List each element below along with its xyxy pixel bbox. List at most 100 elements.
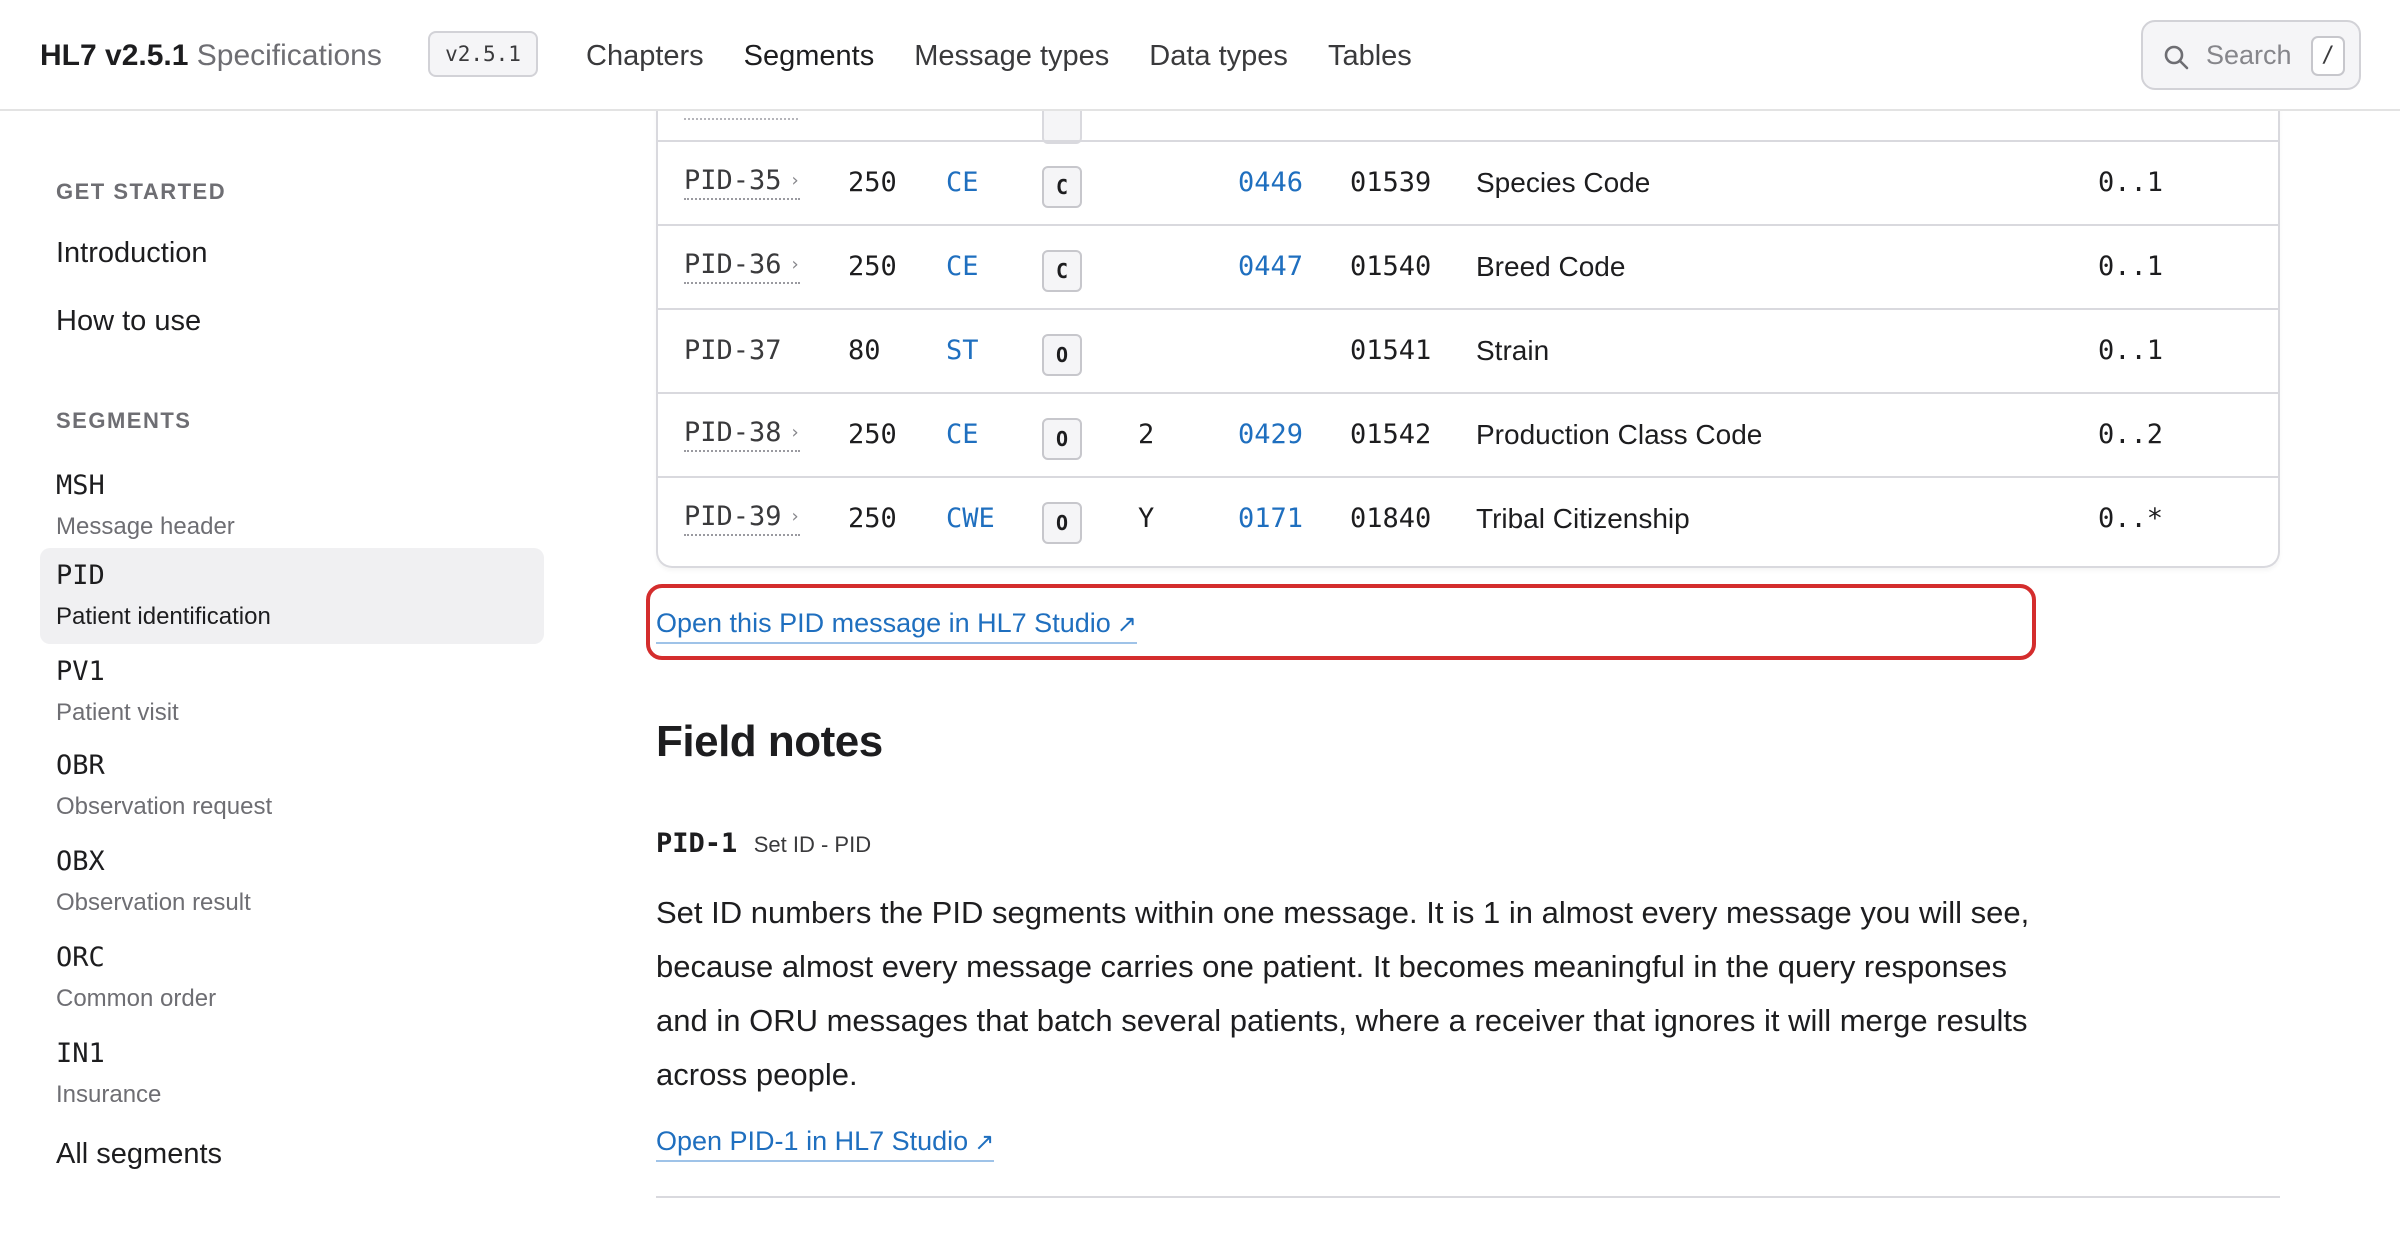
- field-id-link[interactable]: PID-35 ›: [684, 164, 801, 200]
- field-id-link[interactable]: PID-39 ›: [684, 500, 801, 536]
- search-icon: [2164, 45, 2189, 70]
- optionality-badge: C: [1042, 250, 1082, 292]
- nav-data-types[interactable]: Data types: [1149, 36, 1288, 76]
- table-row: PID-38 › 250 CE O 2 0429 01542 Production Class …: [658, 392, 2278, 476]
- item-number: 01541: [1350, 335, 1432, 366]
- field-length: 80: [848, 335, 881, 366]
- optionality-badge: C: [1042, 166, 1082, 208]
- data-type-link[interactable]: CE: [946, 248, 979, 286]
- field-id-link[interactable]: PID-36 ›: [684, 248, 801, 284]
- field-length: 250: [848, 167, 897, 198]
- cardinality: 0..1: [2098, 167, 2164, 198]
- optionality-badge: O: [1042, 334, 1082, 376]
- sidebar-heading-segments: SEGMENTS: [56, 408, 192, 433]
- item-number: 01840: [1350, 503, 1432, 534]
- site-brand[interactable]: HL7 v2.5.1 Specifications: [40, 36, 382, 76]
- data-type-link[interactable]: CE: [946, 416, 979, 454]
- sidebar-item-how-to-use[interactable]: How to use: [56, 305, 201, 338]
- section-divider: [656, 1196, 2280, 1198]
- field-id: PID-38: [684, 417, 782, 448]
- nav-segments[interactable]: Segments: [744, 36, 875, 76]
- data-type-link[interactable]: CE: [946, 164, 979, 202]
- keyboard-shortcut-badge: /: [2311, 36, 2345, 76]
- table-row: PID-36 › 250 CE C 0447 01540 Breed Code 0..1: [658, 224, 2278, 308]
- sidebar: GET STARTED Introduction How to use SEGM…: [0, 111, 560, 1240]
- hl7-table-link[interactable]: 0447: [1238, 248, 1303, 286]
- sidebar-item-pid[interactable]: PID Patient identification: [40, 548, 544, 644]
- cardinality: 0..*: [2098, 503, 2164, 534]
- repeatable-value: 2: [1138, 419, 1155, 450]
- field-id-link[interactable]: PID-38 ›: [684, 416, 801, 452]
- field-name: Production Class Code: [1476, 419, 1763, 450]
- top-bar: HL7 v2.5.1 Specifications v2.5.1 Chapter…: [0, 0, 2400, 111]
- data-type-link[interactable]: CWE: [946, 500, 995, 538]
- field-id: PID-36: [684, 249, 782, 280]
- data-type-link[interactable]: ST: [946, 332, 979, 370]
- segment-code: PID: [56, 560, 105, 591]
- segment-code: OBR: [56, 750, 105, 781]
- field-name: Species Code: [1476, 167, 1651, 198]
- sidebar-item-orc[interactable]: ORC Common order: [40, 930, 544, 1026]
- field-name: Tribal Citizenship: [1476, 503, 1690, 534]
- chevron-right-icon: ›: [789, 506, 801, 527]
- nav-message-types[interactable]: Message types: [914, 36, 1109, 76]
- nav-chapters[interactable]: Chapters: [586, 36, 704, 76]
- segment-description: Observation result: [56, 889, 251, 916]
- chevron-right-icon: ›: [789, 422, 801, 443]
- chevron-right-icon: ›: [789, 254, 801, 275]
- segment-fields-table: PID-35 › 250 CE C 0446 01539 Species Code 0..1 PI…: [656, 70, 2280, 568]
- field-id: PID-39: [684, 501, 782, 532]
- segment-code: MSH: [56, 470, 105, 501]
- open-field-in-studio-link[interactable]: Open PID-1 in HL7 Studio ↗: [656, 1124, 995, 1162]
- brand-subtitle: Specifications: [196, 39, 382, 72]
- item-number: 01540: [1350, 251, 1432, 282]
- item-number: 01542: [1350, 419, 1432, 450]
- nav-tables[interactable]: Tables: [1328, 36, 1412, 76]
- segment-code: IN1: [56, 1038, 105, 1069]
- open-in-studio-link[interactable]: Open this PID message in HL7 Studio ↗: [656, 606, 1137, 644]
- table-row: PID-39 › 250 CWE O Y 0171 01840 Tribal Citizensh…: [658, 476, 2278, 560]
- table-row: PID-35 › 250 CE C 0446 01539 Species Code 0..1: [658, 140, 2278, 224]
- hl7-table-link[interactable]: 0171: [1238, 500, 1303, 538]
- field-link-underline: [684, 118, 798, 120]
- version-selector[interactable]: v2.5.1: [428, 31, 538, 77]
- hl7-table-link[interactable]: 0429: [1238, 416, 1303, 454]
- sidebar-item-msh[interactable]: MSH Message header: [40, 458, 544, 554]
- search-label: Search: [2206, 40, 2292, 70]
- optionality-badge: O: [1042, 418, 1082, 460]
- sidebar-item-obr[interactable]: OBR Observation request: [40, 738, 544, 834]
- field-length: 250: [848, 251, 897, 282]
- search-button[interactable]: Search /: [2141, 20, 2361, 90]
- open-field-in-studio-label: Open PID-1 in HL7 Studio: [656, 1126, 969, 1156]
- field-note-code: PID-1: [656, 828, 738, 859]
- main-nav: Chapters Segments Message types Data typ…: [586, 36, 1452, 76]
- field-note-body: Set ID numbers the PID segments within o…: [656, 895, 2030, 1092]
- field-length: 250: [848, 419, 897, 450]
- external-link-icon: ↗: [1116, 611, 1137, 638]
- sidebar-item-pv1[interactable]: PV1 Patient visit: [40, 644, 544, 740]
- segment-description: Patient visit: [56, 699, 179, 726]
- sidebar-item-introduction[interactable]: Introduction: [56, 237, 208, 270]
- sidebar-item-obx[interactable]: OBX Observation result: [40, 834, 544, 930]
- sidebar-item-all-segments[interactable]: All segments: [56, 1138, 222, 1171]
- sidebar-heading-get-started: GET STARTED: [56, 179, 227, 204]
- hl7-table-link[interactable]: 0446: [1238, 164, 1303, 202]
- cardinality: 0..1: [2098, 335, 2164, 366]
- segment-description: Patient identification: [56, 603, 271, 630]
- field-note-header: PID-1 Set ID - PID: [656, 828, 871, 859]
- field-id: PID-37: [684, 335, 782, 366]
- cardinality: 0..2: [2098, 419, 2164, 450]
- segment-description: Common order: [56, 985, 217, 1012]
- segment-description: Insurance: [56, 1081, 162, 1108]
- field-note-subtitle: Set ID - PID: [753, 832, 872, 857]
- field-notes-heading: Field notes: [656, 717, 883, 766]
- optionality-badge: O: [1042, 502, 1082, 544]
- segment-code: OBX: [56, 846, 105, 877]
- segment-code: ORC: [56, 942, 105, 973]
- sidebar-item-in1[interactable]: IN1 Insurance: [40, 1026, 544, 1122]
- table-row: PID-37 80 ST O 01541 Strain 0..1: [658, 308, 2278, 392]
- external-link-icon: ↗: [974, 1129, 995, 1156]
- field-id: PID-35: [684, 165, 782, 196]
- brand-title: HL7 v2.5.1: [40, 39, 189, 72]
- field-name: Breed Code: [1476, 251, 1626, 282]
